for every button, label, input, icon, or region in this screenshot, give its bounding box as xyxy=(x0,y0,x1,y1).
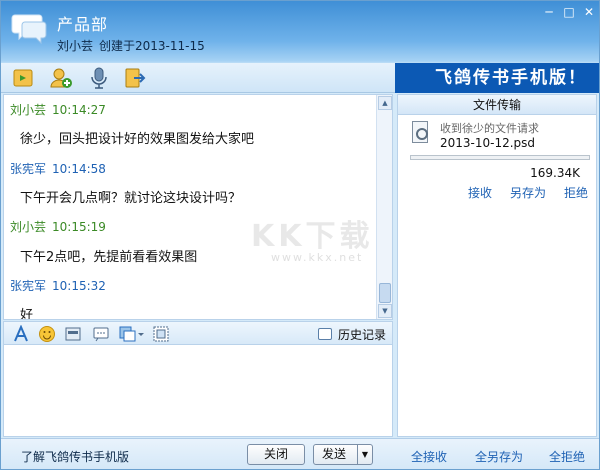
close-icon[interactable]: ✕ xyxy=(581,5,597,19)
watermark-logo: KK下载 xyxy=(251,219,374,254)
scroll-thumb[interactable] xyxy=(379,283,391,303)
mobile-promo-banner[interactable]: 飞鸽传书手机版！ xyxy=(395,63,599,93)
transfer-progress-bar xyxy=(410,155,590,160)
history-button[interactable]: 历史记录 xyxy=(317,326,386,343)
title-bar[interactable]: 产品部 刘小芸 创建于2013-11-15 ─ □ ✕ xyxy=(1,1,599,63)
close-button[interactable]: 关闭 xyxy=(247,444,305,465)
send-options-chevron-icon[interactable]: ▼ xyxy=(357,445,372,464)
sender-name: 刘小芸 xyxy=(10,103,47,117)
accept-all-link[interactable]: 全接收 xyxy=(411,448,447,465)
send-button[interactable]: 发送 ▼ xyxy=(313,444,373,465)
shake-icon[interactable] xyxy=(118,325,146,343)
group-chat-icon xyxy=(11,14,47,45)
save-as-link[interactable]: 另存为 xyxy=(510,184,546,201)
minimize-icon[interactable]: ─ xyxy=(541,5,557,19)
emoji-icon[interactable] xyxy=(38,325,56,343)
fullscreen-icon[interactable] xyxy=(152,325,170,343)
maximize-icon[interactable]: □ xyxy=(561,5,577,19)
file-icon xyxy=(412,121,428,143)
message-header: 刘小芸 10:15:19 xyxy=(10,218,106,235)
sender-name: 张宪军 xyxy=(10,279,47,293)
accept-file-link[interactable]: 接收 xyxy=(468,184,492,201)
chat-toolbar xyxy=(1,63,395,93)
image-icon[interactable] xyxy=(64,325,82,343)
file-name: 2013-10-12.psd xyxy=(440,136,536,150)
message-text: 徐少，回头把设计好的效果图发给大家吧 xyxy=(20,132,255,147)
reject-all-link[interactable]: 全拒绝 xyxy=(549,448,585,465)
mobile-version-link[interactable]: 了解飞鸽传书手机版 xyxy=(21,448,129,465)
save-all-link[interactable]: 全另存为 xyxy=(475,448,523,465)
message-time: 10:14:27 xyxy=(52,103,106,117)
history-icon xyxy=(317,328,332,340)
message-header: 张宪军 10:15:32 xyxy=(10,277,106,294)
file-request-note: 收到徐少的文件请求 xyxy=(440,122,539,135)
message-text: 好 xyxy=(20,308,34,320)
message-time: 10:15:32 xyxy=(52,279,106,293)
scroll-up-arrow-icon[interactable]: ▲ xyxy=(378,96,392,110)
scroll-down-arrow-icon[interactable]: ▼ xyxy=(378,304,392,318)
chat-scrollbar[interactable]: ▲ ▼ xyxy=(376,95,392,319)
screenshot-icon[interactable] xyxy=(92,325,110,343)
message-text: 下午2点吧，先提前看看效果图 xyxy=(20,250,198,265)
share-file-icon[interactable] xyxy=(11,66,35,90)
created-date: 创建于2013-11-15 xyxy=(99,39,205,53)
file-transfer-panel: 文件传输 收到徐少的文件请求 2013-10-12.psd 169.34K 接收… xyxy=(397,94,597,437)
message-input[interactable] xyxy=(3,345,393,437)
send-label: 发送 xyxy=(322,447,347,461)
add-member-icon[interactable] xyxy=(49,66,73,90)
format-toolbar: 历史记录 xyxy=(3,321,393,345)
reject-file-link[interactable]: 拒绝 xyxy=(564,184,588,201)
group-title: 产品部 xyxy=(57,15,109,34)
message-text: 下午开会几点啊？就讨论这块设计吗？ xyxy=(20,191,242,206)
bottom-bar: 了解飞鸽传书手机版 关闭 发送 ▼ 全接收 全另存为 全拒绝 xyxy=(1,438,599,469)
sender-name: 刘小芸 xyxy=(10,220,47,234)
message-history[interactable]: 刘小芸 10:14:27 徐少，回头把设计好的效果图发给大家吧 张宪军 10:14:… xyxy=(3,94,393,320)
chat-window: 产品部 刘小芸 创建于2013-11-15 ─ □ ✕ 飞鸽传书手机版！ 刘小芸… xyxy=(0,0,600,470)
microphone-icon[interactable] xyxy=(87,66,111,90)
message-time: 10:15:19 xyxy=(52,220,106,234)
font-icon[interactable] xyxy=(12,325,30,343)
sender-name: 张宪军 xyxy=(10,162,47,176)
watermark-url: www.kkx.net xyxy=(271,251,364,264)
creator-name: 刘小芸 xyxy=(57,39,94,53)
file-size: 169.34K xyxy=(530,166,580,180)
file-transfer-title: 文件传输 xyxy=(398,95,596,115)
exit-group-icon[interactable] xyxy=(123,66,147,90)
history-label: 历史记录 xyxy=(337,328,386,342)
message-header: 张宪军 10:14:58 xyxy=(10,160,106,177)
group-creator-line: 刘小芸 创建于2013-11-15 xyxy=(57,37,205,54)
message-time: 10:14:58 xyxy=(52,162,106,176)
message-header: 刘小芸 10:14:27 xyxy=(10,101,106,118)
